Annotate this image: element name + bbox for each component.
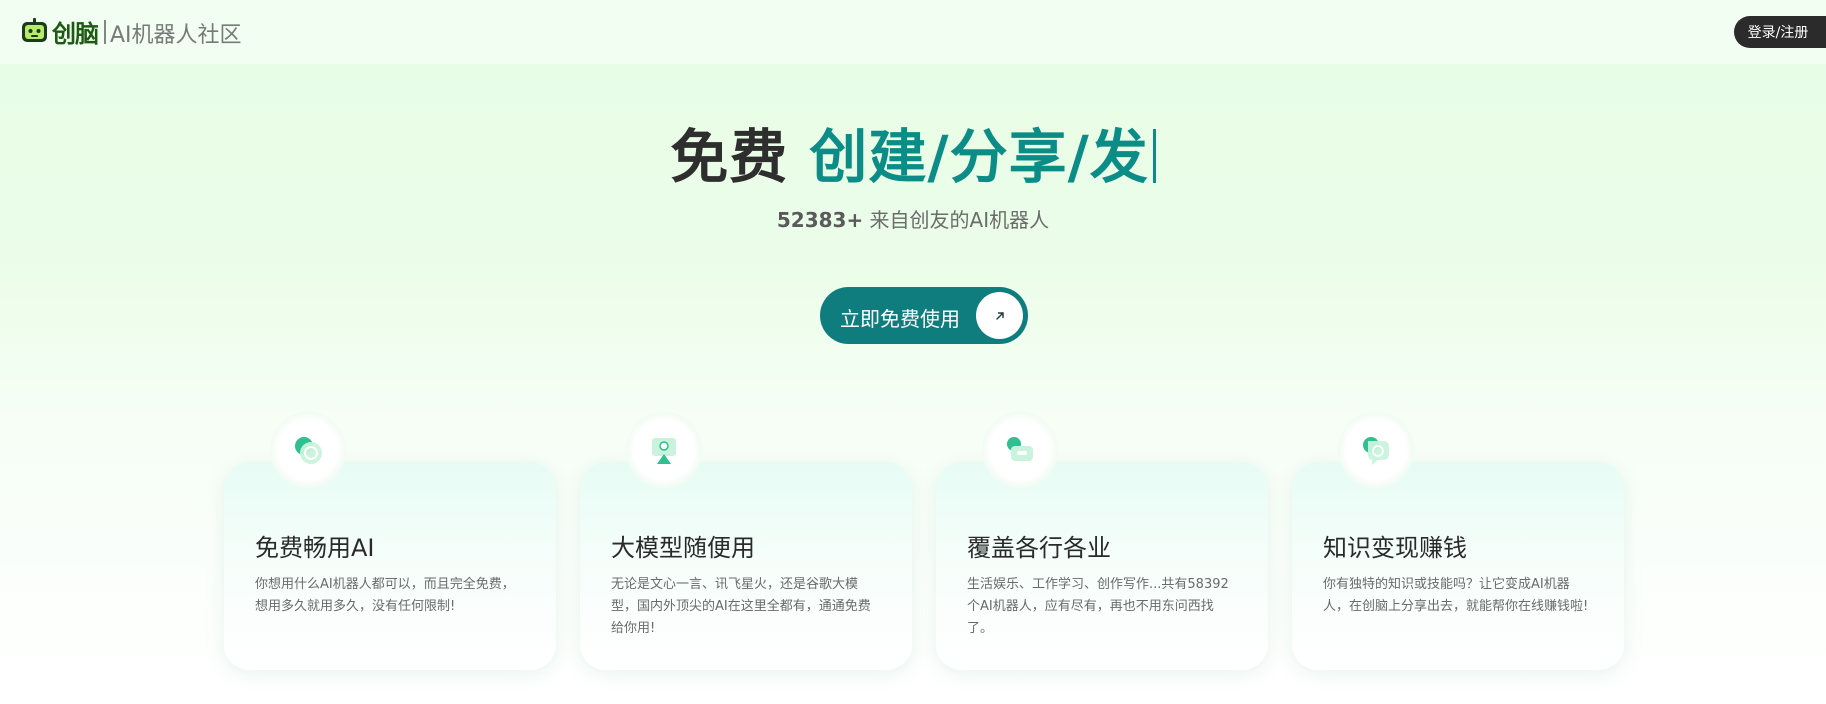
robot-count: 52383+: [776, 208, 864, 232]
hero-title-lead: 免费: [670, 123, 789, 191]
login-register-button[interactable]: 登录/注册: [1734, 16, 1826, 48]
feature-icon-badge: [982, 412, 1058, 488]
feature-card-monetize: 知识变现赚钱 你有独特的知识或技能吗？让它变成AI机器人，在创脑上分享出去，就能…: [1292, 462, 1624, 670]
feature-icon-badge: [626, 412, 702, 488]
feature-title: 免费畅用AI: [255, 534, 375, 562]
ai-bubble-icon: [1363, 437, 1389, 465]
typing-caret: [1152, 129, 1156, 183]
feature-description: 生活娱乐、工作学习、创作写作...共有58392个AI机器人，应有尽有，再也不用…: [967, 577, 1229, 636]
hero-subtitle-text: 来自创友的AI机器人: [863, 208, 1050, 232]
ai-chat-icon: [295, 437, 322, 464]
feature-description: 你想用什么AI机器人都可以，而且完全免费，想用多久就用多久，没有任何限制!: [255, 577, 515, 614]
feature-card-models: 大模型随便用 无论是文心一言、讯飞星火，还是谷歌大模型，国内外顶尖的AI在这里全…: [580, 462, 912, 670]
feature-title: 覆盖各行各业: [967, 534, 1111, 562]
start-free-label: 立即免费使用: [840, 307, 960, 331]
robot-face-icon[interactable]: [21, 18, 48, 45]
feature-card-industries: 覆盖各行各业 生活娱乐、工作学习、创作写作...共有58392个AI机器人，应有…: [936, 462, 1268, 670]
hero-title-accent: 创建/分享/发: [809, 123, 1149, 191]
feature-icon-badge: [270, 412, 346, 488]
feature-title: 大模型随便用: [611, 534, 755, 562]
feature-description: 你有独特的知识或技能吗？让它变成AI机器人，在创脑上分享出去，就能帮你在线赚钱啦…: [1323, 577, 1589, 614]
hero-subtitle: 52383+ 来自创友的AI机器人: [0, 204, 1826, 233]
brand-divider: [104, 20, 106, 44]
feature-title: 知识变现赚钱: [1323, 534, 1467, 562]
feature-description: 无论是文心一言、讯飞星火，还是谷歌大模型，国内外顶尖的AI在这里全都有，通通免费…: [611, 577, 871, 636]
arrow-up-right-icon: [995, 311, 1004, 320]
briefcase-icon: [1007, 437, 1033, 461]
brand-name[interactable]: 创脑: [52, 14, 99, 49]
feature-icon-badge: [1338, 412, 1414, 488]
cta-arrow-circle: [976, 292, 1023, 339]
hero-title: 免费 创建/分享/发: [0, 110, 1826, 194]
monitor-user-icon: [652, 438, 676, 464]
feature-card-free-ai: 免费畅用AI 你想用什么AI机器人都可以，而且完全免费，想用多久就用多久，没有任…: [224, 462, 556, 670]
top-bar: 创脑 AI机器人社区 登录/注册: [0, 0, 1826, 64]
start-free-button[interactable]: 立即免费使用: [820, 287, 1028, 344]
brand-tagline: AI机器人社区: [110, 23, 242, 48]
